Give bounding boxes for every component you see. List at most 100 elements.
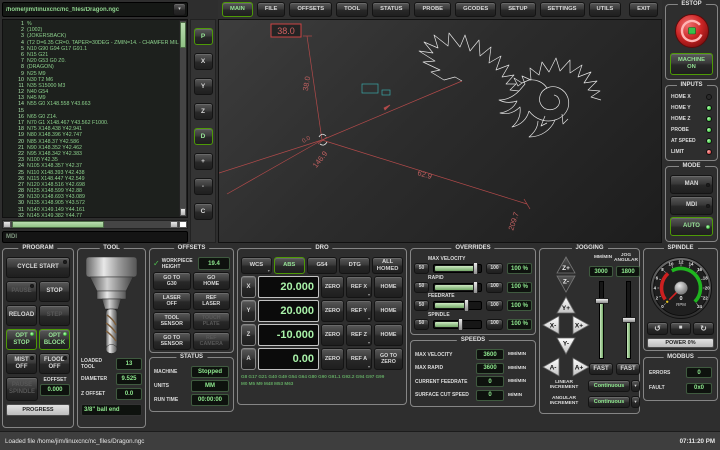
offsets-button[interactable]: GO HOME [193,272,231,290]
mode-button[interactable]: AUTO [670,217,713,236]
dro-header-button[interactable]: WCS ▾ [241,257,272,274]
menu-tab[interactable]: TOOL [336,2,368,17]
angular-increment-arrow[interactable]: ▾ [631,396,640,408]
cycle-start-button[interactable]: CYCLE START [6,257,70,278]
pause-button[interactable]: PAUSE [6,281,37,302]
axis-ref-button[interactable]: REF Y▾ [346,300,372,322]
axis-ref-button[interactable]: REF X▾ [346,276,372,298]
opt-block-button[interactable]: OPT BLOCK [39,329,70,350]
view-button[interactable]: C [194,203,213,220]
reload-button[interactable]: RELOAD [6,305,37,326]
jog-y-plus-button[interactable]: Y+ [556,296,576,314]
estop-button[interactable] [674,13,710,49]
dro-header-button[interactable]: ALL HOMED [372,257,403,274]
axis-select-button[interactable]: Y [241,300,256,322]
dro-header-button[interactable]: ABS [274,257,305,274]
gcode-listing[interactable]: 1 % 2 (1002) 3 (JOKERSBACK) 4 (T2 D=6.35… [2,19,188,218]
menu-tab[interactable]: OFFSETS [289,2,332,17]
view-button[interactable]: Z [194,103,213,120]
menu-tab[interactable]: GCODES [455,2,496,17]
spindle-ccw-button[interactable]: ↺ [647,322,668,335]
dro-header-button[interactable]: G54 [307,257,338,274]
override-slider-thumb[interactable] [473,281,478,294]
mode-button[interactable]: MDI [670,196,713,215]
override-max-button[interactable]: 100 [486,319,503,330]
axis-zero-button[interactable]: ZERO [321,348,344,370]
menu-tab[interactable]: SETUP [500,2,535,17]
jog-linear-slider[interactable] [599,281,604,359]
override-max-button[interactable]: 100 [486,300,503,311]
override-min-button[interactable]: 50 [414,263,429,274]
hscroll-right-button[interactable] [170,221,178,228]
jog-x-minus-button[interactable]: X- [542,315,560,335]
machine-on-button[interactable]: MACHINE ON [670,53,713,75]
axis-select-button[interactable]: Z [241,324,256,346]
override-slider[interactable] [433,264,482,273]
angular-increment-select[interactable]: Continuous [588,396,630,408]
file-dropdown-button[interactable]: ▾ [173,3,186,16]
override-min-button[interactable]: 50 [414,319,429,330]
jog-z-plus-button[interactable]: Z+ [556,256,576,274]
menu-tab[interactable]: STATUS [372,2,410,17]
override-min-button[interactable]: 50 [414,300,429,311]
gcode-vscrollbar[interactable] [179,20,187,217]
offsets-button[interactable]: GO TO SENSOR [153,332,191,350]
jog-linear-slider-thumb[interactable] [595,298,609,304]
jog-angular-slider-thumb[interactable] [622,317,636,323]
linear-increment-select[interactable]: Continuous [588,380,630,392]
axis-zero-button[interactable]: ZERO [321,300,344,322]
axis-ref-button[interactable]: REF Z▾ [346,324,372,346]
mdi-input[interactable]: MDI [2,231,188,243]
override-slider[interactable] [433,301,482,310]
axis-select-button[interactable]: X [241,276,256,298]
view-button[interactable]: X [194,53,213,70]
hscroll-left-button[interactable] [3,221,11,228]
mode-button[interactable]: MAN [670,175,713,194]
jog-a-minus-button[interactable]: A- [542,357,560,377]
override-slider-thumb[interactable] [458,318,463,331]
axis-zero-button[interactable]: ZERO [321,324,344,346]
offsets-button[interactable]: LASER OFF [153,292,191,310]
spindle-cw-button[interactable]: ↻ [693,322,714,335]
view-button[interactable]: - [194,178,213,195]
override-min-button[interactable]: 50 [414,282,429,293]
opt-stop-button[interactable]: OPT STOP [6,329,37,350]
axis-home-button[interactable]: HOME [374,300,403,322]
axis-home-button[interactable]: HOME [374,324,403,346]
menu-tab[interactable]: FILE [257,2,286,17]
offsets-button[interactable]: TOUCH PLATE [193,312,231,330]
jog-angular-fast-button[interactable]: FAST [616,363,640,375]
axis-select-button[interactable]: A [241,348,256,370]
jog-a-plus-button[interactable]: A+ [572,357,590,377]
linear-increment-arrow[interactable]: ▾ [631,380,640,392]
offsets-button[interactable]: TOOL SENSOR [153,312,191,330]
gcode-line[interactable]: 32 N145 X149.382 Y44.77 [3,213,179,218]
menu-tab[interactable]: PROBE [414,2,451,17]
view-button[interactable]: Y [194,78,213,95]
file-combobox[interactable]: /home/jim/linuxcnc/nc_files/Dragon.ngc ▾ [2,2,188,17]
offsets-button[interactable]: REF CAMERA [193,332,231,350]
view-button[interactable]: P [194,28,213,45]
view-button[interactable]: D [194,128,213,145]
exit-button[interactable]: EXIT [629,2,658,17]
pause-spindle-button[interactable]: PAUSE SPINDLE [6,377,38,401]
override-slider[interactable] [433,283,482,292]
jog-y-minus-button[interactable]: Y- [556,337,576,355]
vscroll-down-button[interactable] [180,208,186,216]
axis-zero-button[interactable]: ZERO [321,276,344,298]
jog-linear-fast-button[interactable]: FAST [589,363,613,375]
mist-button[interactable]: MIST OFF [6,353,37,374]
menu-tab[interactable]: SETTINGS [540,2,585,17]
menu-tab[interactable]: UTILS [589,2,622,17]
jog-angular-slider[interactable] [626,281,631,359]
hscroll-thumb[interactable] [12,221,104,228]
override-max-button[interactable]: 100 [486,263,503,274]
toolpath-preview[interactable]: 38.0 38.0 0.0 146.9 62.9 209.7 [218,19,662,243]
vscroll-thumb[interactable] [180,22,186,48]
axis-home-button[interactable]: HOME [374,276,403,298]
jog-x-plus-button[interactable]: X+ [572,315,590,335]
override-slider-thumb[interactable] [464,299,469,312]
view-button[interactable]: + [194,153,213,170]
axis-ref-button[interactable]: REF A▾ [346,348,372,370]
dro-header-button[interactable]: DTG [339,257,370,274]
